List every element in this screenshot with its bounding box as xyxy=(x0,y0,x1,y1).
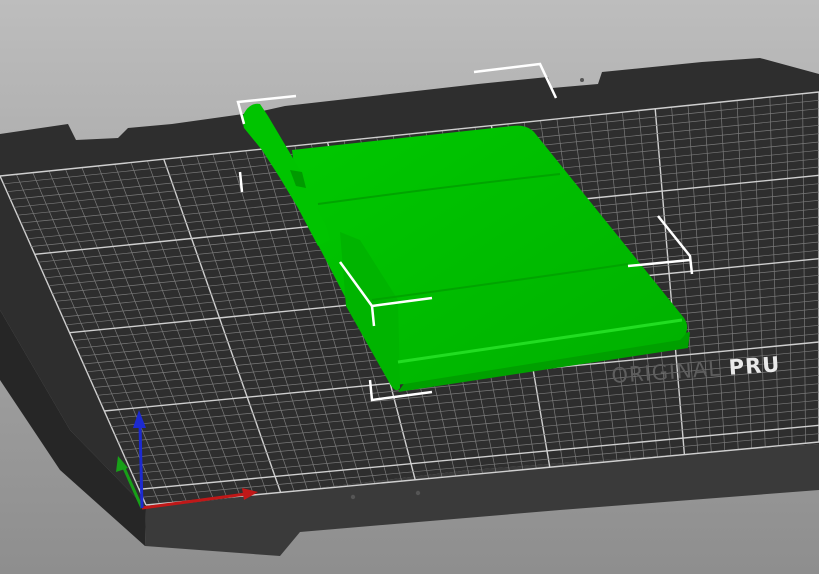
bed-screw xyxy=(415,490,421,496)
3d-viewport[interactable]: ORIGINAL PRU xyxy=(0,0,819,574)
scene-canvas[interactable]: ORIGINAL PRU xyxy=(0,0,819,574)
bed-screw xyxy=(350,494,356,500)
bed-screw xyxy=(580,78,584,82)
z-axis xyxy=(138,423,144,509)
